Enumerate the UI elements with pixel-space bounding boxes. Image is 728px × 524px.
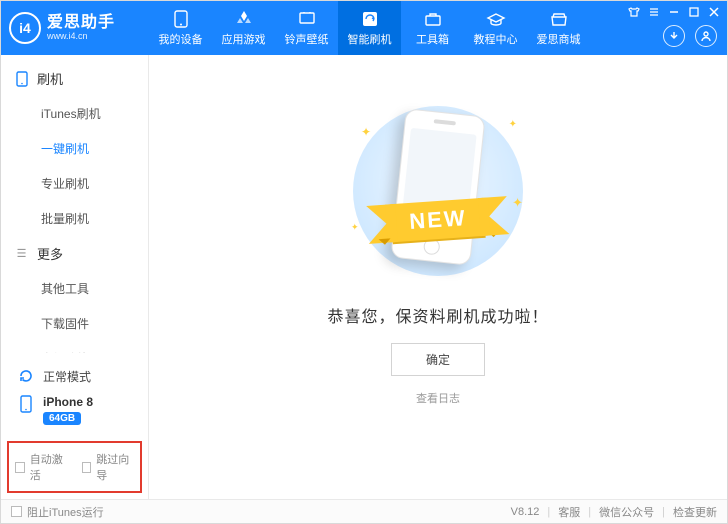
sidebar-item-advanced[interactable]: 高级功能 xyxy=(1,341,148,353)
maximize-icon[interactable] xyxy=(687,5,701,19)
apps-icon xyxy=(234,10,254,28)
nav-store[interactable]: 爱思商城 xyxy=(527,1,590,55)
nav-flash[interactable]: 智能刷机 xyxy=(338,1,401,55)
body: 刷机 iTunes刷机 一键刷机 专业刷机 批量刷机 ☰ 更多 其他工具 下载固… xyxy=(1,55,727,499)
flash-icon xyxy=(360,10,380,28)
store-icon xyxy=(549,10,569,28)
sidebar-group-flash-title: 刷机 xyxy=(37,69,63,88)
sidebar-item-oneclick-flash[interactable]: 一键刷机 xyxy=(1,131,148,166)
header: i4 爱思助手 www.i4.cn 我的设备 应用游戏 铃声壁纸 智能刷机 xyxy=(1,1,727,55)
minimize-icon[interactable] xyxy=(667,5,681,19)
mode-label: 正常模式 xyxy=(43,368,91,385)
note-icon xyxy=(297,10,317,28)
wechat-link[interactable]: 微信公众号 xyxy=(599,504,654,520)
ok-button[interactable]: 确定 xyxy=(391,343,485,376)
nav-ringtones[interactable]: 铃声壁纸 xyxy=(275,1,338,55)
brand-name: 爱思助手 xyxy=(47,14,115,32)
brand-site: www.i4.cn xyxy=(47,32,115,42)
check-update-link[interactable]: 检查更新 xyxy=(673,504,717,520)
nav-toolbox[interactable]: 工具箱 xyxy=(401,1,464,55)
checkbox-icon xyxy=(11,506,22,517)
more-icon: ☰ xyxy=(15,247,29,261)
success-message: 恭喜您，保资料刷机成功啦！ xyxy=(327,303,548,327)
version-label: V8.12 xyxy=(511,506,540,518)
mode-normal[interactable]: 正常模式 xyxy=(13,361,136,391)
device-card[interactable]: iPhone 8 64GB xyxy=(13,391,136,427)
main-panel: ✦ ✦ ✦ ✦ NEW 恭喜您，保资料刷机成功啦！ 确定 查看日志 xyxy=(149,55,727,499)
user-icon[interactable] xyxy=(695,25,717,47)
hat-icon xyxy=(486,10,506,28)
support-link[interactable]: 客服 xyxy=(558,504,580,520)
nav-tutorials[interactable]: 教程中心 xyxy=(464,1,527,55)
sidebar-item-pro-flash[interactable]: 专业刷机 xyxy=(1,166,148,201)
logo-badge: i4 xyxy=(9,12,41,44)
checkbox-block-itunes[interactable]: 阻止iTunes运行 xyxy=(11,504,104,520)
sidebar-item-download-firmware[interactable]: 下载固件 xyxy=(1,306,148,341)
menu-icon[interactable] xyxy=(647,5,661,19)
device-icon xyxy=(15,72,29,86)
success-illustration: ✦ ✦ ✦ ✦ NEW xyxy=(333,101,543,281)
tshirt-icon[interactable] xyxy=(627,5,641,19)
phone-icon xyxy=(171,10,191,28)
sidebar-item-itunes-flash[interactable]: iTunes刷机 xyxy=(1,96,148,131)
sidebar-group-more[interactable]: ☰ 更多 xyxy=(1,236,148,271)
sidebar: 刷机 iTunes刷机 一键刷机 专业刷机 批量刷机 ☰ 更多 其他工具 下载固… xyxy=(1,55,149,499)
download-icon[interactable] xyxy=(663,25,685,47)
window-controls xyxy=(627,5,721,19)
new-ribbon: NEW xyxy=(390,198,486,242)
sidebar-group-more-title: 更多 xyxy=(37,244,63,263)
top-nav: 我的设备 应用游戏 铃声壁纸 智能刷机 工具箱 教程中心 xyxy=(149,1,590,55)
sidebar-group-flash[interactable]: 刷机 xyxy=(1,61,148,96)
toolbox-icon xyxy=(423,10,443,28)
logo[interactable]: i4 爱思助手 www.i4.cn xyxy=(1,12,149,44)
checkbox-icon xyxy=(82,462,92,473)
nav-my-device[interactable]: 我的设备 xyxy=(149,1,212,55)
close-icon[interactable] xyxy=(707,5,721,19)
sidebar-item-other-tools[interactable]: 其他工具 xyxy=(1,271,148,306)
checkbox-icon xyxy=(15,462,25,473)
device-storage-badge: 64GB xyxy=(43,412,81,425)
options-highlight-box: 自动激活 跳过向导 xyxy=(7,441,142,493)
phone-graphic xyxy=(390,109,485,267)
checkbox-auto-activate[interactable]: 自动激活 xyxy=(15,451,68,483)
view-log-link[interactable]: 查看日志 xyxy=(416,390,460,406)
checkbox-skip-guide[interactable]: 跳过向导 xyxy=(82,451,135,483)
app-window: i4 爱思助手 www.i4.cn 我的设备 应用游戏 铃声壁纸 智能刷机 xyxy=(0,0,728,524)
device-small-icon xyxy=(17,395,35,413)
sidebar-item-batch-flash[interactable]: 批量刷机 xyxy=(1,201,148,236)
sidebar-bottom: 正常模式 iPhone 8 64GB xyxy=(1,353,148,435)
nav-apps[interactable]: 应用游戏 xyxy=(212,1,275,55)
status-bar: 阻止iTunes运行 V8.12 | 客服 | 微信公众号 | 检查更新 xyxy=(1,499,727,523)
device-name: iPhone 8 xyxy=(43,395,93,409)
refresh-icon xyxy=(17,367,35,385)
